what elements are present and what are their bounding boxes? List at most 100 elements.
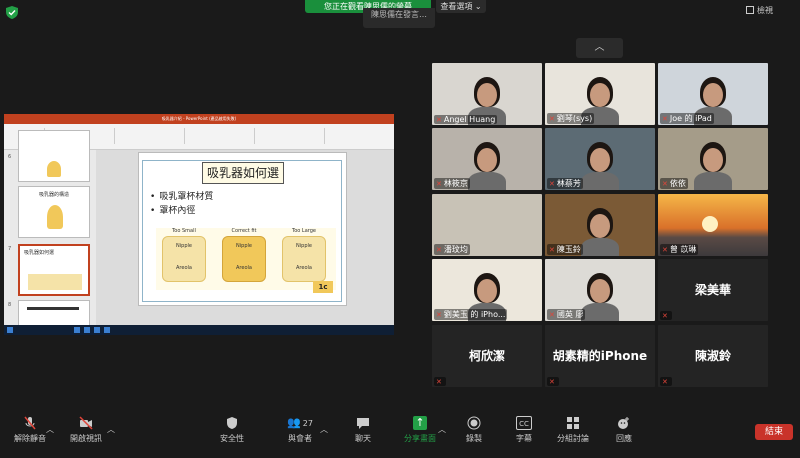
active-speaker-label: 陳思儒在發言… [363,8,435,28]
participant-display-name: 胡素精的iPhone [552,349,648,363]
mic-muted-icon: ✕ [662,312,668,320]
participant-tile[interactable]: ✕ Angel Huang [432,63,542,125]
participant-tile[interactable]: ✕ 劉美玉 的 iPho... [432,259,542,321]
smiley-plus-icon [618,417,629,429]
participant-tile[interactable]: 柯欣潔 ✕ [432,325,542,387]
participant-name-label: 依依 [669,179,686,188]
slide-thumbnail[interactable]: 吸乳器的構造 [18,186,90,238]
participant-name-label: 陳玉鈴 [556,245,581,254]
participant-display-name: 柯欣潔 [468,349,505,363]
participant-tile[interactable]: ✕ 潘玟均 [432,194,542,256]
slide-thumbnail[interactable] [18,130,90,182]
record-label: 錄製 [466,434,482,443]
captions-label: 字幕 [516,434,532,443]
participant-tile[interactable]: ✕ 曾 苡琳 [658,194,768,256]
participant-tile[interactable]: ✕ 林蔡芳 [545,128,655,190]
thumb-number: 8 [8,302,12,308]
participant-name-label: 林蔡芳 [556,179,581,188]
slide-logo: 1c [313,281,333,293]
participant-name: ✕ [660,311,672,320]
participant-tile[interactable]: ✕ 林筱京 [432,128,542,190]
breakout-rooms-button[interactable]: 分組討論 [554,416,592,450]
participant-tile[interactable]: 胡素精的iPhone ✕ [545,325,655,387]
thumb-number: 6 [8,154,12,160]
participant-tile[interactable]: 陳淑鈴 ✕ [658,325,768,387]
start-video-label: 開啟視訊 [70,434,102,443]
mic-muted-icon: ✕ [549,115,555,123]
participant-name: ✕ 林蔡芳 [547,178,583,189]
captions-button[interactable]: CC 字幕 [510,416,538,450]
participant-name: ✕ Angel Huang [434,115,498,124]
chat-button[interactable]: 聊天 [348,416,378,450]
participant-tile[interactable]: ✕ 陳玉鈴 [545,194,655,256]
unmute-button[interactable]: 解除靜音 [10,416,50,450]
mic-muted-icon: ✕ [436,180,442,188]
record-button[interactable]: 錄製 [460,416,488,450]
participant-name: ✕ [547,377,559,386]
participant-name: ✕ [660,377,672,386]
shield-icon [227,417,237,429]
participant-name: ✕ 劉琴(sys) [547,113,595,124]
participant-name: ✕ 依依 [660,178,688,189]
participant-name: ✕ 國英 廖 [547,309,586,320]
mic-muted-icon: ✕ [662,115,668,123]
participant-name: ✕ [434,377,446,386]
reactions-button[interactable]: 回應 [610,416,638,450]
unmute-label: 解除靜音 [14,434,46,443]
start-video-button[interactable]: 開啟視訊 [66,416,106,450]
mic-muted-icon: ✕ [436,246,442,254]
participant-name: ✕ 劉美玉 的 iPho... [434,309,508,320]
view-options-button[interactable]: 查看選項 ⌄ [436,0,486,13]
breakout-rooms-icon [567,417,579,429]
participants-icon: 👥 27 [287,416,313,429]
participant-name: ✕ Joe 的 iPad [660,113,714,124]
participant-name-label: Angel Huang [443,115,496,124]
participant-name-label: 劉美玉 的 iPho... [443,310,506,319]
slide-bullet: 吸乳罩杯材質 [150,189,213,202]
end-meeting-button[interactable]: 結束 [755,424,793,440]
security-button[interactable]: 安全性 [214,416,250,450]
participants-label: 與會者 [288,434,312,443]
thumb-number: 7 [8,246,12,252]
participant-name-label: 國英 廖 [556,310,584,319]
mic-muted-icon: ✕ [549,246,555,254]
chevron-up-icon: ︿ [594,42,605,53]
fit-too-small: Too Small Nipple Areola [156,228,212,288]
view-button[interactable]: 檢視 [746,4,796,18]
share-screen-button[interactable]: ↑ 分享畫面 [400,416,440,450]
share-options-caret[interactable]: ︿ [438,424,446,458]
thumb-text: 吸乳器的構造 [38,192,69,198]
participant-name-label: 潘玟均 [443,245,468,254]
ppt-titlebar: 吸乳器介紹 - PowerPoint (產品啟用失敗) [4,114,394,124]
participants-options-caret[interactable]: ︿ [320,424,328,458]
mic-muted-icon: ✕ [549,180,555,188]
fit-too-large: Too Large Nipple Areola [276,228,332,288]
mic-muted-icon: ✕ [436,311,442,319]
participant-name: ✕ 林筱京 [434,178,470,189]
participant-name: ✕ 陳玉鈴 [547,244,583,255]
view-label: 檢視 [757,6,773,15]
slide-thumbnail-selected[interactable]: 吸乳器如何選 [18,244,90,296]
participants-button[interactable]: 👥 27 與會者 [280,416,320,450]
record-icon [467,416,481,430]
participant-tile[interactable]: ✕ 國英 廖 [545,259,655,321]
video-options-caret[interactable]: ︿ [107,424,115,458]
participant-name-label: 曾 苡琳 [669,245,697,254]
security-label: 安全性 [220,434,244,443]
participant-tile[interactable]: ✕ 劉琴(sys) [545,63,655,125]
shield-icon[interactable] [6,6,18,19]
participant-name-label: 林筱京 [443,179,468,188]
slide-thumbnails: 6 吸乳器的構造 7 吸乳器如何選 8 [4,130,96,335]
chat-icon [357,418,369,429]
audio-options-caret[interactable]: ︿ [46,424,54,458]
slide-bullet: 罩杯內徑 [150,203,195,216]
participant-tile[interactable]: ✕ Joe 的 iPad [658,63,768,125]
mic-muted-icon: ✕ [662,180,668,188]
reactions-label: 回應 [616,434,632,443]
participant-display-name: 梁美華 [694,283,731,297]
share-screen-icon: ↑ [413,416,427,430]
participant-tile[interactable]: 梁美華 ✕ [658,259,768,321]
thumb-text: 吸乳器如何選 [24,250,55,256]
collapse-tiles-button[interactable]: ︿ [576,38,623,58]
participant-tile[interactable]: ✕ 依依 [658,128,768,190]
